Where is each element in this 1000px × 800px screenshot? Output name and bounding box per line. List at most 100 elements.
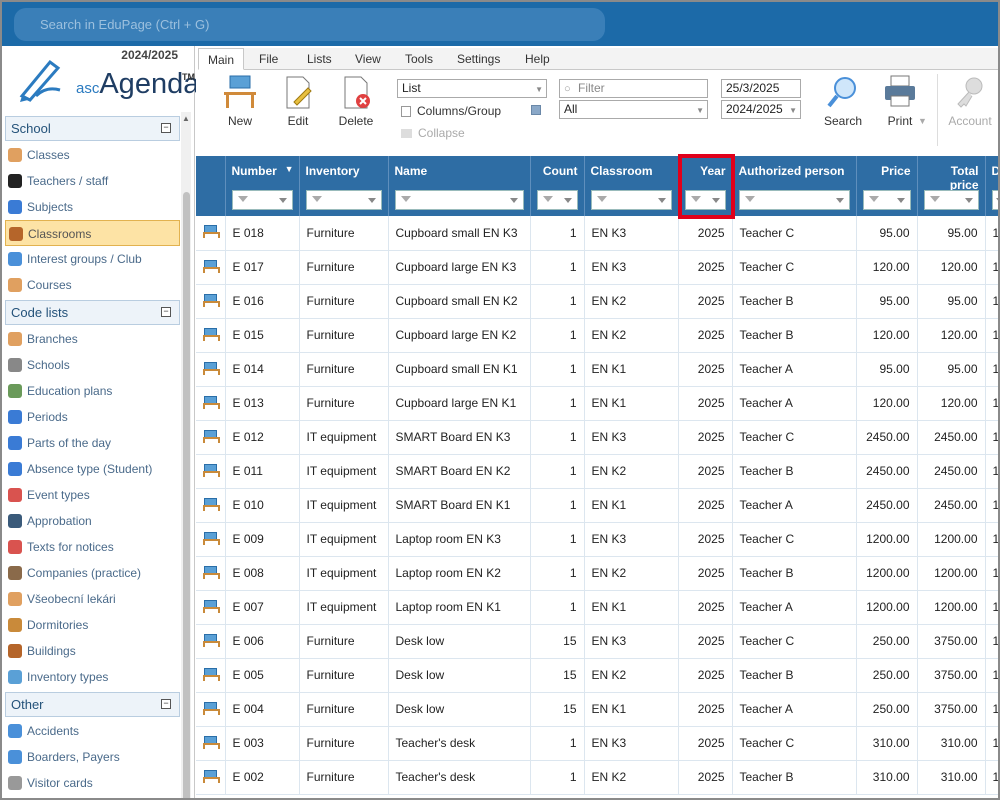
cell-number: E 016 <box>225 284 300 319</box>
sidebar-item-interest-groups-club[interactable]: Interest groups / Club <box>5 246 180 272</box>
table-row[interactable]: E 014 Furniture Cupboard small EN K1 1 EN K1… <box>196 352 998 387</box>
column-header-year[interactable]: Year <box>678 156 733 216</box>
column-filter-d[interactable] <box>991 190 998 210</box>
sidebar-section-school[interactable]: School − <box>5 116 180 141</box>
sidebar-item-branches[interactable]: Branches <box>5 326 180 352</box>
table-row[interactable]: E 016 Furniture Cupboard small EN K2 1 EN K2… <box>196 284 998 319</box>
table-row[interactable]: E 018 Furniture Cupboard small EN K3 1 EN K3… <box>196 216 998 251</box>
view-select[interactable]: List ▼ <box>397 79 547 98</box>
sidebar-section-other[interactable]: Other − <box>5 692 180 717</box>
sidebar-item-classrooms[interactable]: Classrooms <box>5 220 180 246</box>
column-filter-name[interactable] <box>394 190 524 210</box>
table-row[interactable]: E 003 Furniture Teacher's desk 1 EN K3 2025 Te… <box>196 726 998 761</box>
school-building-icon <box>8 358 22 372</box>
scroll-up-icon[interactable]: ▲ <box>182 114 190 123</box>
filter-scope-select[interactable]: All ▼ <box>559 100 708 119</box>
collapse-button[interactable]: Collapse <box>401 126 465 140</box>
cell-number: E 006 <box>225 624 300 659</box>
sidebar-item-event-types[interactable]: Event types <box>5 482 180 508</box>
table-row[interactable]: E 013 Furniture Cupboard large EN K1 1 EN K1… <box>196 386 998 421</box>
search-button[interactable]: Search <box>821 74 865 128</box>
column-filter-inventory[interactable] <box>305 190 382 210</box>
cell-count: 1 <box>530 454 585 489</box>
sidebar-item-absence-type-student[interactable]: Absence type (Student) <box>5 456 180 482</box>
column-label: Count <box>542 164 578 178</box>
column-header-name[interactable]: Name <box>388 156 531 216</box>
tab-tools[interactable]: Tools <box>396 48 442 70</box>
column-filter-number[interactable] <box>231 190 293 210</box>
collapse-icon[interactable]: − <box>161 699 171 709</box>
column-filter-total-price[interactable] <box>923 190 979 210</box>
table-row[interactable]: E 010 IT equipment SMART Board EN K1 1 EN K1… <box>196 488 998 523</box>
table-row[interactable]: E 009 IT equipment Laptop room EN K3 1 EN K3… <box>196 522 998 557</box>
column-filter-authorized-person[interactable] <box>738 190 850 210</box>
delete-button[interactable]: Delete <box>334 74 378 128</box>
table-row[interactable]: E 017 Furniture Cupboard large EN K3 1 EN K3… <box>196 250 998 285</box>
account-button[interactable]: Account <box>946 74 994 128</box>
column-filter-classroom[interactable] <box>590 190 672 210</box>
tab-settings[interactable]: Settings <box>448 48 509 70</box>
tab-file[interactable]: File <box>250 48 287 70</box>
table-row[interactable]: E 012 IT equipment SMART Board EN K3 1 EN K3… <box>196 420 998 455</box>
column-header-authorized-person[interactable]: Authorized person <box>732 156 857 216</box>
filter-icon <box>400 196 411 202</box>
sidebar-item-subjects[interactable]: Subjects <box>5 194 180 220</box>
sidebar-item-texts-for-notices[interactable]: Texts for notices <box>5 534 180 560</box>
tab-lists[interactable]: Lists <box>298 48 341 70</box>
sidebar-item-v-eobecn-lek-ri[interactable]: Všeobecní lekári <box>5 586 180 612</box>
sidebar-item-periods[interactable]: Periods <box>5 404 180 430</box>
table-row[interactable]: E 015 Furniture Cupboard large EN K2 1 EN K2… <box>196 318 998 353</box>
print-dropdown-icon[interactable]: ▼ <box>918 116 927 126</box>
tab-main[interactable]: Main <box>198 48 245 70</box>
sidebar-item-classes[interactable]: Classes <box>5 142 180 168</box>
table-row[interactable]: E 008 IT equipment Laptop room EN K2 1 EN K2… <box>196 556 998 591</box>
sidebar-item-inventory-types[interactable]: Inventory types <box>5 664 180 690</box>
edit-button[interactable]: Edit <box>278 74 318 128</box>
column-header-classroom[interactable]: Classroom <box>584 156 679 216</box>
tab-view[interactable]: View <box>346 48 390 70</box>
sidebar-item-visitor-cards[interactable]: Visitor cards <box>5 770 180 796</box>
sidebar-item-boarders-payers[interactable]: Boarders, Payers <box>5 744 180 770</box>
sidebar-item-education-plans[interactable]: Education plans <box>5 378 180 404</box>
table-row[interactable]: E 005 Furniture Desk low 15 EN K2 2025 Teacher… <box>196 658 998 693</box>
column-header-number[interactable]: Number ▼ <box>225 156 300 216</box>
column-header-count[interactable]: Count <box>530 156 585 216</box>
collapse-icon[interactable]: − <box>161 123 171 133</box>
new-button[interactable]: New <box>218 74 262 128</box>
sidebar-item-teachers-staff[interactable]: Teachers / staff <box>5 168 180 194</box>
table-row[interactable]: E 011 IT equipment SMART Board EN K2 1 EN K2… <box>196 454 998 489</box>
column-filter-price[interactable] <box>862 190 911 210</box>
date-field[interactable]: 25/3/2025 <box>721 79 801 98</box>
sidebar-section-code-lists[interactable]: Code lists − <box>5 300 180 325</box>
sidebar-item-courses[interactable]: Courses <box>5 272 180 298</box>
table-row[interactable]: E 006 Furniture Desk low 15 EN K3 2025 Teacher… <box>196 624 998 659</box>
table-row[interactable]: E 007 IT equipment Laptop room EN K1 1 EN K1… <box>196 590 998 625</box>
table-row[interactable]: E 004 Furniture Desk low 15 EN K1 2025 Teacher… <box>196 692 998 727</box>
column-filter-count[interactable] <box>536 190 578 210</box>
sidebar-item-dormitories[interactable]: Dormitories <box>5 612 180 638</box>
filter-input[interactable]: ○ Filter <box>559 79 708 98</box>
collapse-icon[interactable]: − <box>161 307 171 317</box>
column-header-total-price[interactable]: Total price <box>917 156 986 216</box>
sort-desc-icon[interactable]: ▼ <box>285 164 294 174</box>
view-select-value: List <box>402 81 421 95</box>
columns-group-button[interactable]: Columns/Group <box>401 104 501 118</box>
tab-help[interactable]: Help <box>516 48 559 70</box>
column-filter-year[interactable] <box>684 190 726 210</box>
sidebar-item-schools[interactable]: Schools <box>5 352 180 378</box>
save-icon[interactable] <box>531 105 541 115</box>
sidebar-item-accidents[interactable]: Accidents <box>5 718 180 744</box>
column-header-price[interactable]: Price <box>856 156 918 216</box>
sidebar-item-parts-of-the-day[interactable]: Parts of the day <box>5 430 180 456</box>
school-year-select[interactable]: 2024/2025 ▼ <box>721 100 801 119</box>
row-icon-header <box>196 156 226 216</box>
global-search-input[interactable]: Search in EduPage (Ctrl + G) <box>14 8 605 41</box>
sidebar-item-buildings[interactable]: Buildings <box>5 638 180 664</box>
sidebar-item-approbation[interactable]: Approbation <box>5 508 180 534</box>
table-row[interactable]: E 002 Furniture Teacher's desk 1 EN K2 2025 Te… <box>196 760 998 795</box>
column-header-d[interactable]: D <box>985 156 998 216</box>
sidebar-scroll-thumb[interactable] <box>183 192 190 798</box>
sidebar-item-companies-practice[interactable]: Companies (practice) <box>5 560 180 586</box>
print-button[interactable]: Print <box>878 74 922 128</box>
column-header-inventory[interactable]: Inventory <box>299 156 389 216</box>
